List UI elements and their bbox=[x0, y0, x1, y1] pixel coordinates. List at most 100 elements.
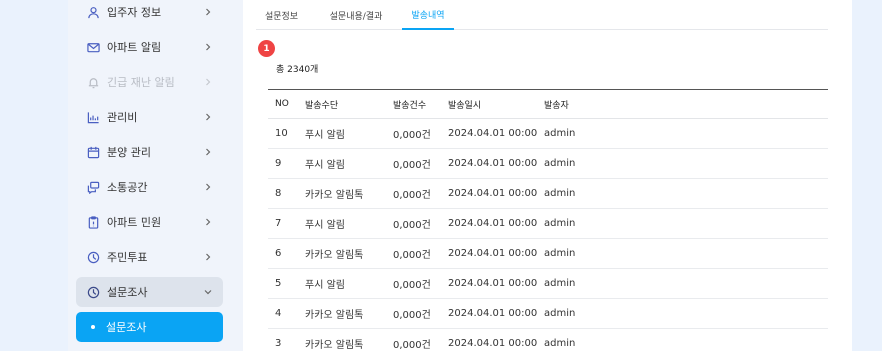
chevron-right-icon bbox=[201, 110, 215, 124]
cell-send-count: 0,000건 bbox=[393, 160, 431, 171]
sidebar-item-label: 소통공간 bbox=[107, 181, 148, 194]
column-header-send-count: 발송건수 bbox=[393, 100, 427, 111]
cell-no: 9 bbox=[275, 158, 282, 169]
cell-sender: admin bbox=[544, 308, 576, 319]
table-row[interactable]: 8 카카오 알림톡 0,000건 2024.04.01 00:00 admin bbox=[268, 179, 828, 209]
table-row[interactable]: 3 카카오 알림톡 0,000건 2024.04.01 00:00 admin bbox=[268, 329, 828, 351]
cell-send-method: 카카오 알림톡 bbox=[305, 310, 364, 321]
sidebar-item-label: 입주자 정보 bbox=[107, 6, 162, 19]
chevron-right-icon bbox=[201, 145, 215, 159]
cell-send-count: 0,000건 bbox=[393, 280, 431, 291]
cell-no: 5 bbox=[275, 278, 282, 289]
sidebar-item-label: 긴급 재난 알림 bbox=[107, 76, 175, 89]
cell-send-datetime: 2024.04.01 00:00 bbox=[448, 278, 538, 289]
column-header-send-method: 발송수단 bbox=[305, 100, 339, 111]
clock-icon bbox=[86, 285, 100, 299]
chevron-right-icon bbox=[201, 5, 215, 19]
sidebar-item-apartment-complaint[interactable]: 아파트 민원 bbox=[76, 207, 223, 237]
sidebar-item-apartment-notice[interactable]: 아파트 알림 bbox=[76, 32, 223, 62]
table-row[interactable]: 6 카카오 알림톡 0,000건 2024.04.01 00:00 admin bbox=[268, 239, 828, 269]
cell-sender: admin bbox=[544, 278, 576, 289]
cell-send-datetime: 2024.04.01 00:00 bbox=[448, 158, 538, 169]
main-content: 설문정보 설문내용/결과 발송내역 1 총 2340개 NO 발송수단 발송건수… bbox=[243, 0, 852, 351]
tab-survey-content-result[interactable]: 설문내용/결과 bbox=[315, 0, 397, 30]
tab-bar: 설문정보 설문내용/결과 발송내역 bbox=[256, 0, 828, 30]
chart-icon bbox=[86, 110, 100, 124]
total-count: 총 2340개 bbox=[276, 65, 319, 75]
cell-sender: admin bbox=[544, 188, 576, 199]
sidebar-item-label: 분양 관리 bbox=[107, 146, 151, 159]
cell-no: 10 bbox=[275, 128, 288, 139]
chevron-right-icon bbox=[201, 180, 215, 194]
user-icon bbox=[86, 5, 100, 19]
sidebar-item-label: 아파트 알림 bbox=[107, 41, 162, 54]
sidebar: 입주자 정보 아파트 알림 긴급 재난 알림 관리비 분양 관리 소통공간 아파… bbox=[68, 0, 243, 351]
chat-icon bbox=[86, 180, 100, 194]
bell-icon bbox=[86, 75, 100, 89]
cell-send-count: 0,000건 bbox=[393, 250, 431, 261]
sidebar-item-community[interactable]: 소통공간 bbox=[76, 172, 223, 202]
calendar-icon bbox=[86, 145, 100, 159]
sidebar-item-emergency-alert: 긴급 재난 알림 bbox=[76, 67, 223, 97]
cell-send-count: 0,000건 bbox=[393, 310, 431, 321]
sidebar-item-resident-info[interactable]: 입주자 정보 bbox=[76, 0, 223, 27]
right-gutter bbox=[852, 0, 882, 351]
cell-send-count: 0,000건 bbox=[393, 340, 431, 351]
cell-send-datetime: 2024.04.01 00:00 bbox=[448, 188, 538, 199]
sidebar-item-survey[interactable]: 설문조사 bbox=[76, 277, 223, 307]
sidebar-item-label: 주민투표 bbox=[107, 251, 148, 264]
chevron-right-icon bbox=[201, 40, 215, 54]
cell-send-count: 0,000건 bbox=[393, 190, 431, 201]
table-row[interactable]: 7 푸시 알림 0,000건 2024.04.01 00:00 admin bbox=[268, 209, 828, 239]
cell-send-datetime: 2024.04.01 00:00 bbox=[448, 338, 538, 349]
table-row[interactable]: 4 카카오 알림톡 0,000건 2024.04.01 00:00 admin bbox=[268, 299, 828, 329]
sidebar-subitem-survey[interactable]: 설문조사 bbox=[76, 312, 223, 342]
sidebar-subitem-label: 설문조사 bbox=[106, 321, 147, 334]
cell-send-method: 푸시 알림 bbox=[305, 220, 345, 231]
left-gutter bbox=[0, 0, 68, 351]
sidebar-item-resident-vote[interactable]: 주민투표 bbox=[76, 242, 223, 272]
table-header: NO 발송수단 발송건수 발송일시 발송자 bbox=[268, 89, 828, 119]
column-header-send-datetime: 발송일시 bbox=[448, 100, 482, 111]
chevron-right-icon bbox=[201, 75, 215, 89]
cell-send-datetime: 2024.04.01 00:00 bbox=[448, 128, 538, 139]
clock-icon bbox=[86, 250, 100, 264]
tab-send-history[interactable]: 발송내역 bbox=[402, 0, 454, 30]
cell-send-datetime: 2024.04.01 00:00 bbox=[448, 308, 538, 319]
sidebar-item-sales-management[interactable]: 분양 관리 bbox=[76, 137, 223, 167]
cell-sender: admin bbox=[544, 248, 576, 259]
sidebar-item-management-fee[interactable]: 관리비 bbox=[76, 102, 223, 132]
cell-send-method: 카카오 알림톡 bbox=[305, 190, 364, 201]
cell-send-method: 푸시 알림 bbox=[305, 160, 345, 171]
cell-no: 8 bbox=[275, 188, 282, 199]
cell-send-method: 푸시 알림 bbox=[305, 130, 345, 141]
clipboard-icon bbox=[86, 215, 100, 229]
column-header-sender: 발송자 bbox=[544, 100, 569, 111]
cell-send-method: 카카오 알림톡 bbox=[305, 340, 364, 351]
chevron-right-icon bbox=[201, 215, 215, 229]
cell-send-datetime: 2024.04.01 00:00 bbox=[448, 218, 538, 229]
table-row[interactable]: 9 푸시 알림 0,000건 2024.04.01 00:00 admin bbox=[268, 149, 828, 179]
column-header-no: NO bbox=[275, 99, 289, 109]
send-history-table: NO 발송수단 발송건수 발송일시 발송자 10 푸시 알림 0,000건 20… bbox=[268, 89, 828, 351]
sidebar-item-label: 설문조사 bbox=[107, 286, 148, 299]
cell-send-method: 푸시 알림 bbox=[305, 280, 345, 291]
sidebar-item-label: 관리비 bbox=[107, 111, 138, 124]
chevron-down-icon bbox=[201, 285, 215, 299]
cell-no: 7 bbox=[275, 218, 282, 229]
cell-sender: admin bbox=[544, 338, 576, 349]
tab-survey-info[interactable]: 설문정보 bbox=[256, 0, 307, 30]
bullet-dot-icon bbox=[91, 325, 95, 329]
cell-sender: admin bbox=[544, 158, 576, 169]
cell-send-method: 카카오 알림톡 bbox=[305, 250, 364, 261]
cell-send-datetime: 2024.04.01 00:00 bbox=[448, 248, 538, 259]
mail-icon bbox=[86, 40, 100, 54]
cell-no: 6 bbox=[275, 248, 282, 259]
chevron-right-icon bbox=[201, 250, 215, 264]
cell-no: 3 bbox=[275, 338, 282, 349]
sidebar-item-label: 아파트 민원 bbox=[107, 216, 162, 229]
table-row[interactable]: 5 푸시 알림 0,000건 2024.04.01 00:00 admin bbox=[268, 269, 828, 299]
table-row[interactable]: 10 푸시 알림 0,000건 2024.04.01 00:00 admin bbox=[268, 119, 828, 149]
step-badge: 1 bbox=[258, 40, 275, 57]
cell-sender: admin bbox=[544, 128, 576, 139]
